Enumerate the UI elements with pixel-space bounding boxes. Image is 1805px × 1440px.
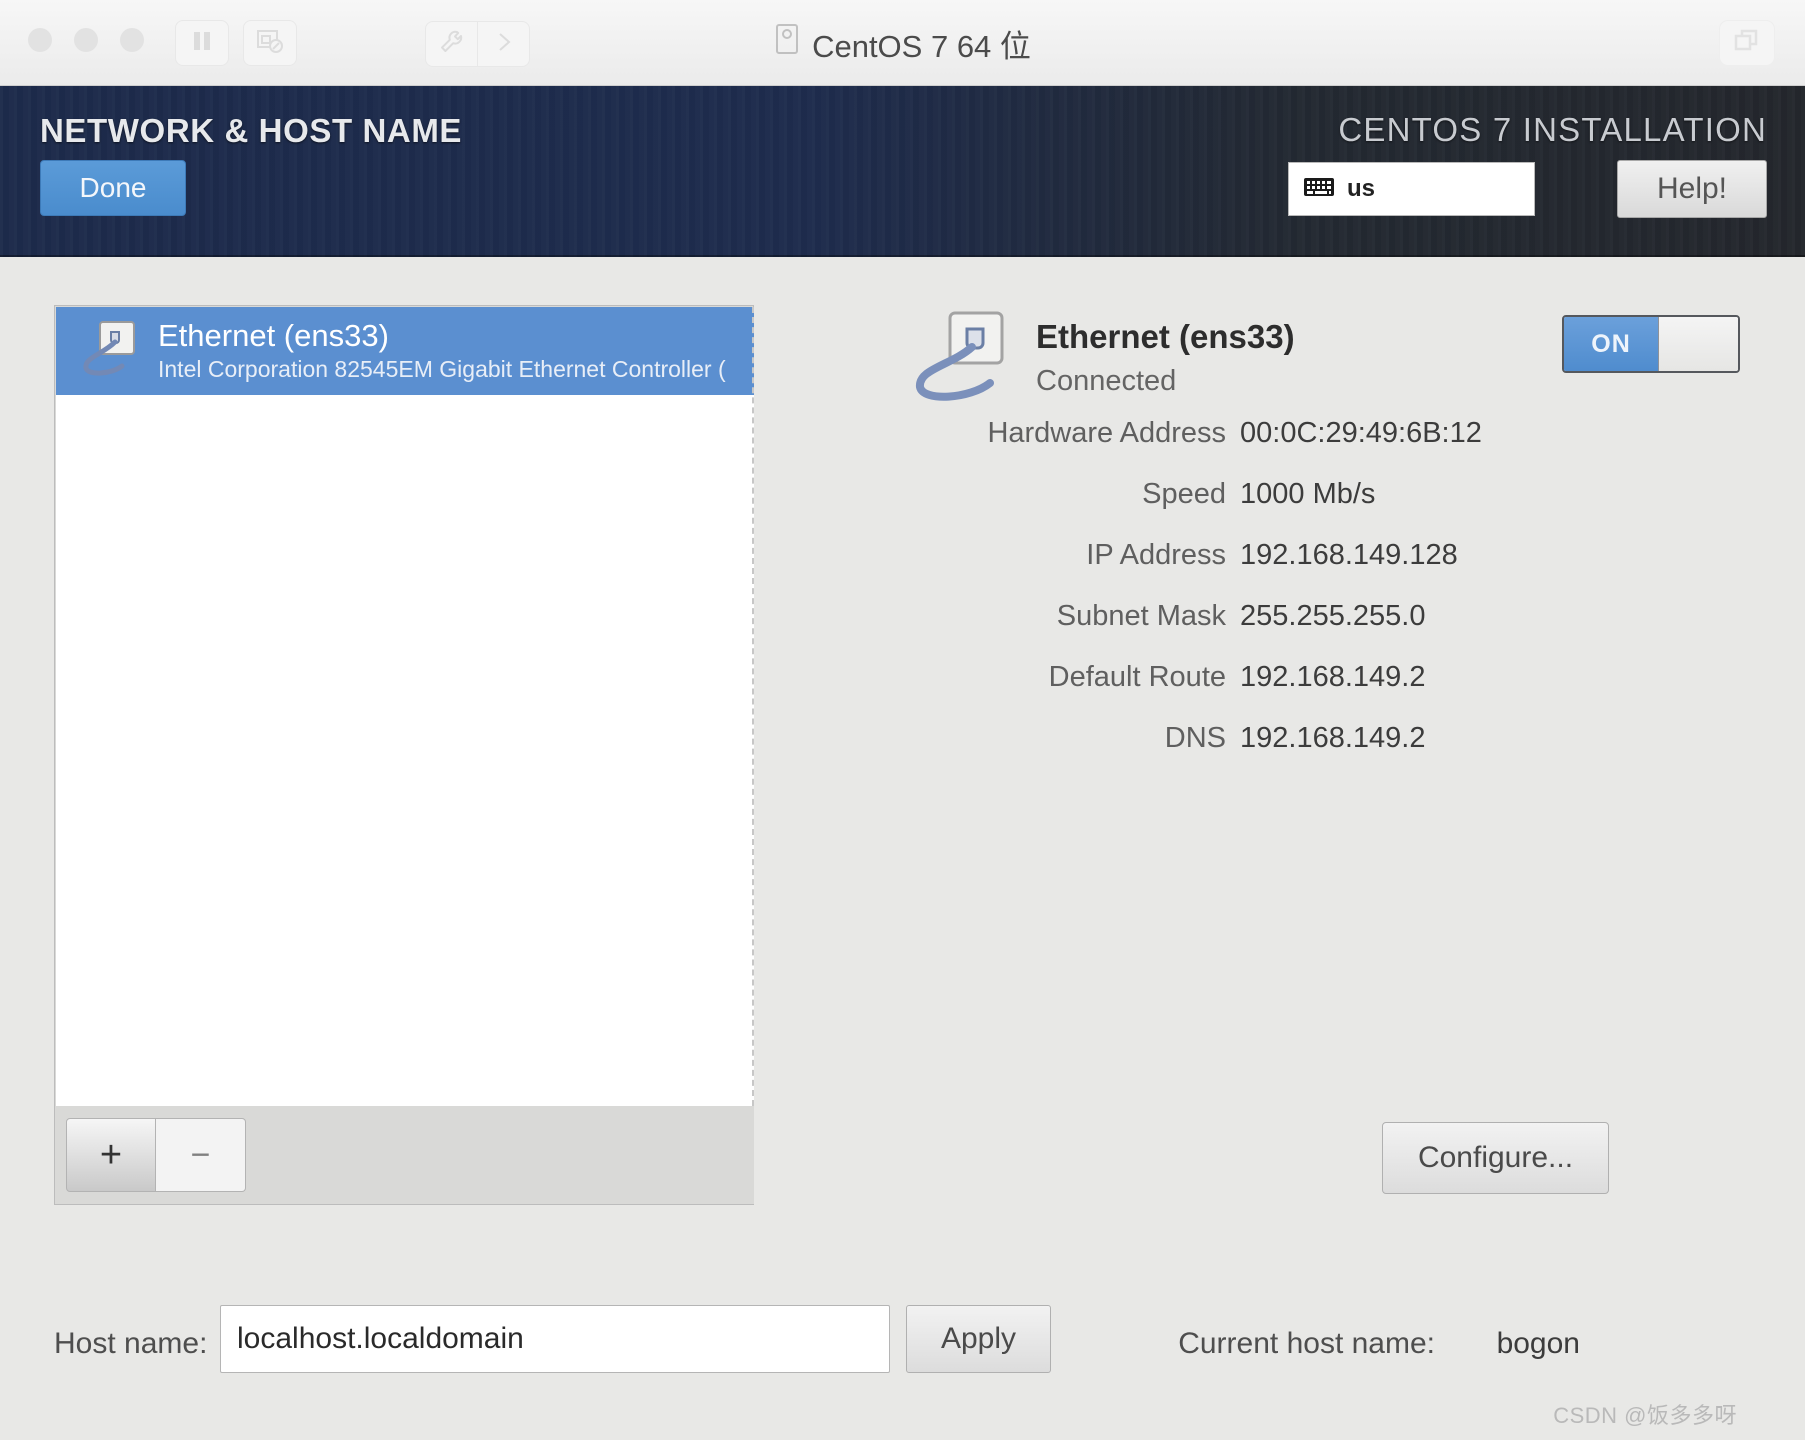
keyboard-icon bbox=[1303, 175, 1335, 204]
traffic-light-close[interactable] bbox=[28, 28, 52, 52]
property-value: 192.168.149.2 bbox=[1240, 722, 1426, 754]
list-item[interactable]: Ethernet (ens33) Intel Corporation 82545… bbox=[56, 307, 754, 395]
device-detail-pane: Ethernet (ens33) Connected ON Hardware A… bbox=[760, 287, 1770, 1287]
snapshot-icon bbox=[256, 28, 284, 59]
tools-pair bbox=[425, 21, 530, 67]
device-list-toolbar: + − bbox=[56, 1106, 754, 1204]
vm-window: CentOS 7 64 位 NETWORK & HOST NAME Done C… bbox=[0, 0, 1805, 1440]
installation-title: CENTOS 7 INSTALLATION bbox=[1338, 111, 1767, 148]
wired-network-icon bbox=[78, 318, 140, 385]
pause-icon bbox=[191, 29, 213, 58]
keyboard-layout-label: us bbox=[1347, 175, 1376, 202]
window-title: CentOS 7 64 位 bbox=[812, 28, 1031, 64]
property-value: 1000 Mb/s bbox=[1240, 478, 1376, 510]
add-device-button[interactable]: + bbox=[66, 1118, 156, 1192]
property-label: IP Address bbox=[1086, 539, 1226, 571]
property-label: DNS bbox=[1164, 722, 1226, 754]
chevron-right-icon bbox=[494, 30, 514, 59]
property-label: Hardware Address bbox=[987, 417, 1226, 449]
apply-button[interactable]: Apply bbox=[906, 1305, 1051, 1373]
window-restore-button[interactable] bbox=[1719, 20, 1775, 66]
traffic-light-maximize[interactable] bbox=[120, 28, 144, 52]
detail-titles: Ethernet (ens33) Connected bbox=[1036, 307, 1295, 403]
snapshot-button[interactable] bbox=[243, 20, 297, 66]
device-list-frame: Ethernet (ens33) Intel Corporation 82545… bbox=[54, 305, 754, 1205]
property-label: Subnet Mask bbox=[1056, 600, 1226, 632]
list-item-title: Ethernet (ens33) bbox=[158, 318, 389, 353]
vm-power-controls bbox=[175, 20, 311, 66]
detail-properties-table: Hardware Address 00:0C:29:49:6B:12 Speed… bbox=[760, 417, 1770, 783]
property-value: 255.255.255.0 bbox=[1240, 600, 1426, 632]
expand-button[interactable] bbox=[477, 22, 529, 66]
detail-header: Ethernet (ens33) Connected bbox=[910, 307, 1295, 410]
detail-device-name: Ethernet (ens33) bbox=[1036, 318, 1295, 355]
wrench-icon bbox=[439, 29, 465, 60]
table-row: DNS 192.168.149.2 bbox=[760, 722, 1770, 783]
table-row: Default Route 192.168.149.2 bbox=[760, 661, 1770, 722]
hostname-label: Host name: bbox=[54, 1327, 208, 1360]
property-value: 192.168.149.2 bbox=[1240, 661, 1426, 693]
list-item-texts: Ethernet (ens33) Intel Corporation 82545… bbox=[158, 318, 726, 384]
current-hostname-value: bogon bbox=[1496, 1327, 1580, 1360]
watermark: CSDN @饭多多呀 bbox=[1553, 1403, 1737, 1428]
vm-document-icon bbox=[774, 23, 800, 63]
network-on-off-toggle[interactable]: ON bbox=[1562, 315, 1740, 373]
page-title: NETWORK & HOST NAME bbox=[40, 112, 463, 149]
table-row: IP Address 192.168.149.128 bbox=[760, 539, 1770, 600]
hostname-input[interactable]: localhost.localdomain bbox=[220, 1305, 890, 1373]
current-hostname-label: Current host name: bbox=[1178, 1327, 1435, 1360]
vm-tools-controls bbox=[425, 21, 530, 67]
property-value: 192.168.149.128 bbox=[1240, 539, 1458, 571]
pause-button[interactable] bbox=[175, 20, 229, 66]
spoke-content: Ethernet (ens33) Intel Corporation 82545… bbox=[0, 257, 1805, 1440]
keyboard-layout-indicator[interactable]: us bbox=[1288, 162, 1535, 216]
window-restore-icon bbox=[1733, 28, 1761, 59]
configure-button[interactable]: Configure... bbox=[1382, 1122, 1609, 1194]
help-button[interactable]: Help! bbox=[1617, 160, 1767, 218]
table-row: Hardware Address 00:0C:29:49:6B:12 bbox=[760, 417, 1770, 478]
wired-network-icon bbox=[910, 307, 1014, 410]
property-label: Speed bbox=[1142, 478, 1226, 510]
device-list[interactable]: Ethernet (ens33) Intel Corporation 82545… bbox=[56, 307, 754, 1106]
property-value: 00:0C:29:49:6B:12 bbox=[1240, 417, 1482, 449]
done-button[interactable]: Done bbox=[40, 160, 186, 216]
toggle-on-label: ON bbox=[1564, 317, 1658, 371]
table-row: Speed 1000 Mb/s bbox=[760, 478, 1770, 539]
list-item-subtitle: Intel Corporation 82545EM Gigabit Ethern… bbox=[158, 356, 726, 382]
detail-connection-state: Connected bbox=[1036, 365, 1177, 397]
traffic-lights bbox=[28, 28, 144, 52]
vm-titlebar: CentOS 7 64 位 bbox=[0, 0, 1805, 86]
toggle-knob[interactable] bbox=[1658, 317, 1738, 371]
property-label: Default Route bbox=[1048, 661, 1226, 693]
traffic-light-minimize[interactable] bbox=[74, 28, 98, 52]
installer-header: NETWORK & HOST NAME Done CENTOS 7 INSTAL… bbox=[0, 86, 1805, 257]
settings-button[interactable] bbox=[426, 22, 477, 66]
remove-device-button[interactable]: − bbox=[156, 1118, 246, 1192]
table-row: Subnet Mask 255.255.255.0 bbox=[760, 600, 1770, 661]
hostname-bar: Host name: localhost.localdomain Apply C… bbox=[0, 1295, 1805, 1405]
